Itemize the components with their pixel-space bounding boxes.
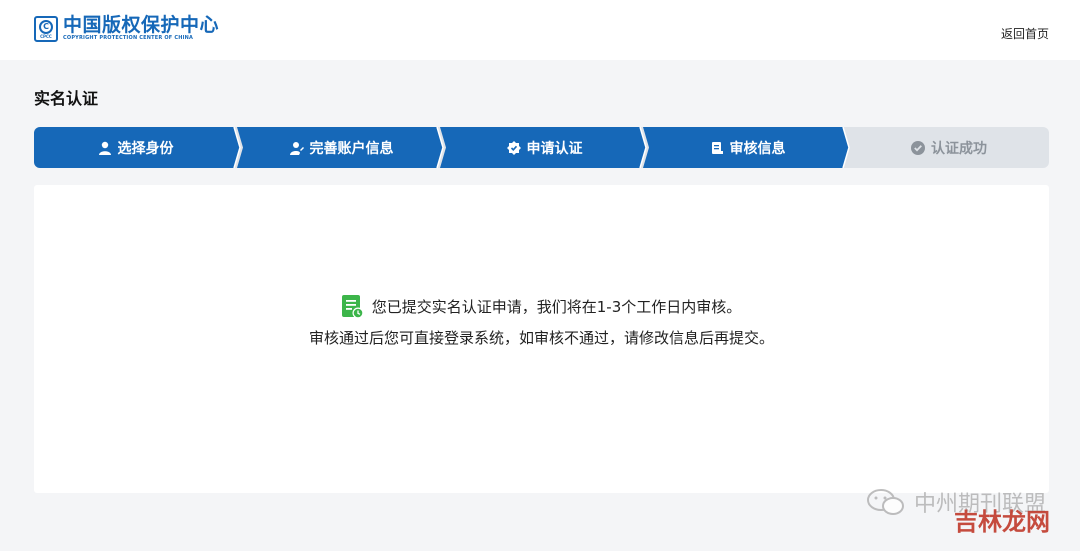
step-review-info: 审核信息 (646, 127, 849, 168)
logo-title: 中国版权保护中心 (63, 14, 220, 36)
watermark-overlay: 吉林龙网 (954, 508, 1050, 536)
badge-check-icon (506, 140, 521, 155)
message-line-1: 您已提交实名认证申请，我们将在1-3个工作日内审核。 (371, 298, 742, 316)
submission-message: 您已提交实名认证申请，我们将在1-3个工作日内审核。 审核通过后您可直接登录系统… (34, 295, 1049, 350)
page-title: 实名认证 (34, 89, 99, 108)
step-label: 申请认证 (526, 140, 583, 157)
logo[interactable]: C CPCC 中国版权保护中心 COPYRIGHT PROTECTION CEN… (34, 16, 219, 42)
status-panel: 您已提交实名认证申请，我们将在1-3个工作日内审核。 审核通过后您可直接登录系统… (34, 185, 1049, 493)
step-label: 审核信息 (729, 140, 786, 157)
step-select-identity: 选择身份 (34, 127, 237, 168)
step-apply-certification: 申请认证 (443, 127, 646, 168)
step-label: 选择身份 (117, 140, 174, 157)
logo-subtitle: COPYRIGHT PROTECTION CENTER OF CHINA (63, 35, 194, 41)
step-label: 完善账户信息 (309, 140, 394, 157)
back-home-link[interactable]: 返回首页 (1001, 25, 1049, 42)
document-icon (711, 141, 723, 154)
step-complete-account-info: 完善账户信息 (240, 127, 443, 168)
step-certification-success: 认证成功 (849, 127, 1049, 168)
step-label: 认证成功 (931, 140, 987, 157)
step-progress-bar: 选择身份 完善账户信息 申请认证 审核信息 认证成功 (34, 127, 1049, 168)
user-icon (98, 141, 111, 155)
message-line-2: 审核通过后您可直接登录系统，如审核不通过，请修改信息后再提交。 (308, 329, 774, 347)
wechat-icon (866, 489, 904, 515)
user-edit-icon (289, 141, 304, 155)
check-circle-icon (911, 140, 925, 155)
copyright-logo-icon: C CPCC (34, 16, 58, 42)
document-clock-icon (341, 295, 364, 319)
top-header: C CPCC 中国版权保护中心 COPYRIGHT PROTECTION CEN… (0, 0, 1080, 60)
